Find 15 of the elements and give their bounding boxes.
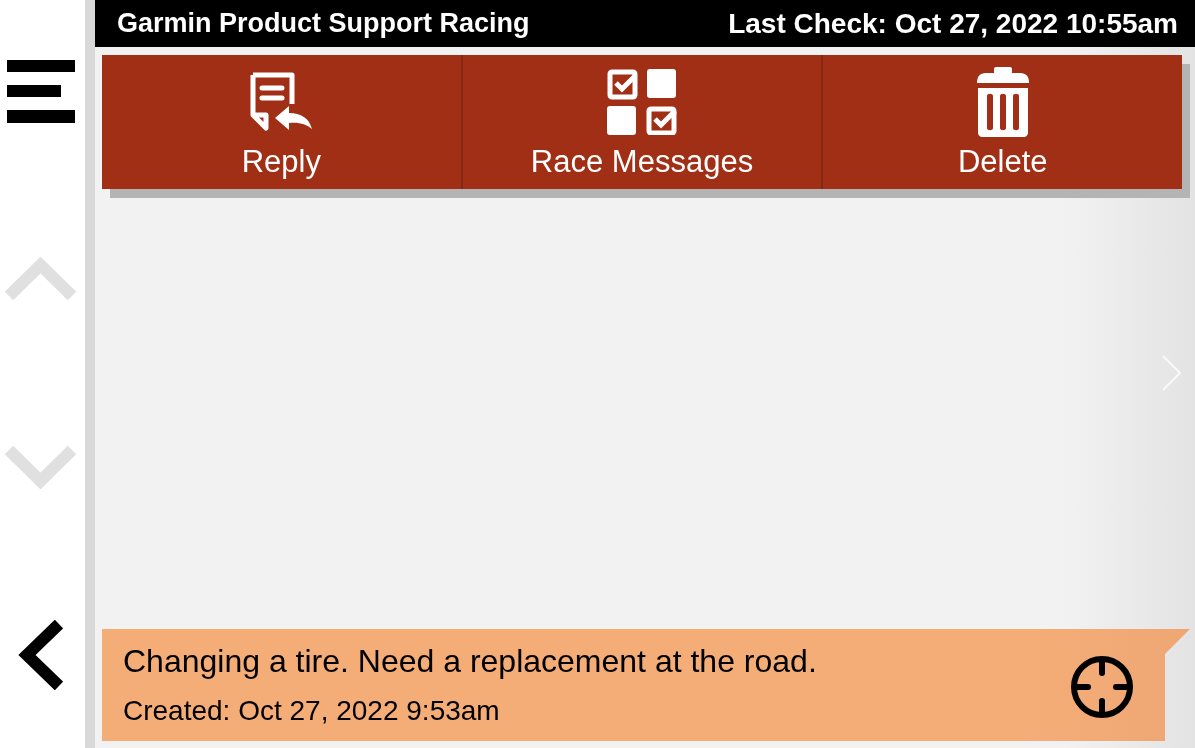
last-check-time: Last Check: Oct 27, 2022 10:55am [728,9,1178,38]
trash-icon [976,67,1029,137]
back-icon [18,620,63,690]
chevron-down-icon [5,446,76,489]
app-title: Garmin Product Support Racing [117,10,530,37]
crosshair-icon[interactable] [1070,655,1134,719]
menu-icon [7,60,75,123]
reply-document-icon [248,71,315,133]
message-text: Changing a tire. Need a replacement at the road. [123,645,817,677]
menu-button[interactable] [7,60,75,123]
back-button[interactable] [18,620,63,690]
message-created-time: Created: Oct 27, 2022 9:53am [123,697,501,725]
checklist-grid-icon [607,69,677,135]
message-card[interactable]: Changing a tire. Need a replacement at the road. Created: Oct 27, 2022 9:53am [102,629,1190,741]
chevron-up-icon [5,257,76,300]
